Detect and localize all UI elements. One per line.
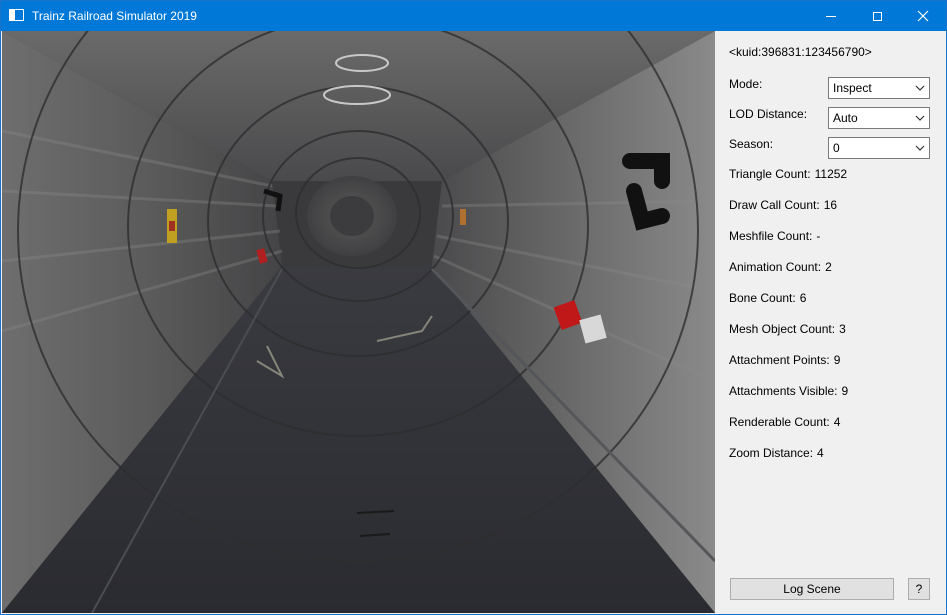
season-select-value: 0 — [833, 141, 840, 155]
stat-renderable-count: Renderable Count: 4 — [729, 415, 840, 429]
stat-bone-count: Bone Count: 6 — [729, 291, 806, 305]
app-window-icon — [9, 9, 24, 21]
stat-label: Attachments Visible: — [729, 384, 838, 398]
asset-kuid: <kuid:396831:123456790> — [729, 45, 872, 59]
stat-value: 4 — [817, 446, 824, 460]
stat-animation-count: Animation Count: 2 — [729, 260, 832, 274]
help-button[interactable]: ? — [908, 578, 930, 600]
chevron-down-icon — [915, 115, 925, 121]
tunnel-scene — [2, 31, 715, 613]
stat-value: 9 — [833, 353, 841, 367]
3d-viewport[interactable] — [2, 31, 715, 613]
close-button[interactable] — [900, 1, 946, 31]
inspector-panel: <kuid:396831:123456790> Mode: Inspect LO… — [715, 31, 946, 613]
window-title: Trainz Railroad Simulator 2019 — [32, 9, 197, 23]
lod-distance-select-value: Auto — [833, 111, 858, 125]
stat-label: Triangle Count: — [729, 167, 811, 181]
stat-value: - — [816, 229, 821, 243]
stat-mesh-object-count: Mesh Object Count: 3 — [729, 322, 846, 336]
minimize-icon — [826, 15, 836, 17]
stat-draw-call-count: Draw Call Count: 16 — [729, 198, 837, 212]
stat-meshfile-count: Meshfile Count: - — [729, 229, 820, 243]
title-bar[interactable]: Trainz Railroad Simulator 2019 — [1, 1, 946, 31]
app-window: Trainz Railroad Simulator 2019 <kuid:396… — [0, 0, 947, 615]
stat-value: 16 — [823, 198, 838, 212]
stat-value: 11252 — [814, 167, 848, 181]
lod-distance-select[interactable]: Auto — [828, 107, 930, 129]
stat-value: 3 — [839, 322, 846, 336]
log-scene-button[interactable]: Log Scene — [730, 578, 894, 600]
stat-value: 6 — [799, 291, 807, 305]
chevron-down-icon — [915, 145, 925, 151]
stat-value: 2 — [825, 260, 832, 274]
chevron-down-icon — [915, 85, 925, 91]
minimize-button[interactable] — [808, 1, 854, 31]
stat-label: Draw Call Count: — [729, 198, 820, 212]
maximize-button[interactable] — [854, 1, 900, 31]
stat-label: Mesh Object Count: — [729, 322, 836, 336]
mode-select[interactable]: Inspect — [828, 77, 930, 99]
stat-label: Meshfile Count: — [729, 229, 813, 243]
stat-label: Zoom Distance: — [729, 446, 814, 460]
lod-distance-label: LOD Distance: — [729, 107, 808, 121]
close-icon — [917, 10, 929, 22]
season-select[interactable]: 0 — [828, 137, 930, 159]
stat-label: Animation Count: — [729, 260, 822, 274]
stat-label: Bone Count: — [729, 291, 796, 305]
stat-attachments-visible: Attachments Visible: 9 — [729, 384, 848, 398]
stat-value: 9 — [841, 384, 849, 398]
mode-select-value: Inspect — [833, 81, 872, 95]
stat-zoom-distance: Zoom Distance: 4 — [729, 446, 824, 460]
stat-value: 4 — [833, 415, 841, 429]
mode-label: Mode: — [729, 77, 763, 91]
season-label: Season: — [729, 137, 774, 151]
stat-label: Renderable Count: — [729, 415, 830, 429]
stat-triangle-count: Triangle Count: 11252 — [729, 167, 847, 181]
maximize-icon — [872, 11, 882, 21]
stat-label: Attachment Points: — [729, 353, 830, 367]
stat-attachment-points: Attachment Points: 9 — [729, 353, 840, 367]
